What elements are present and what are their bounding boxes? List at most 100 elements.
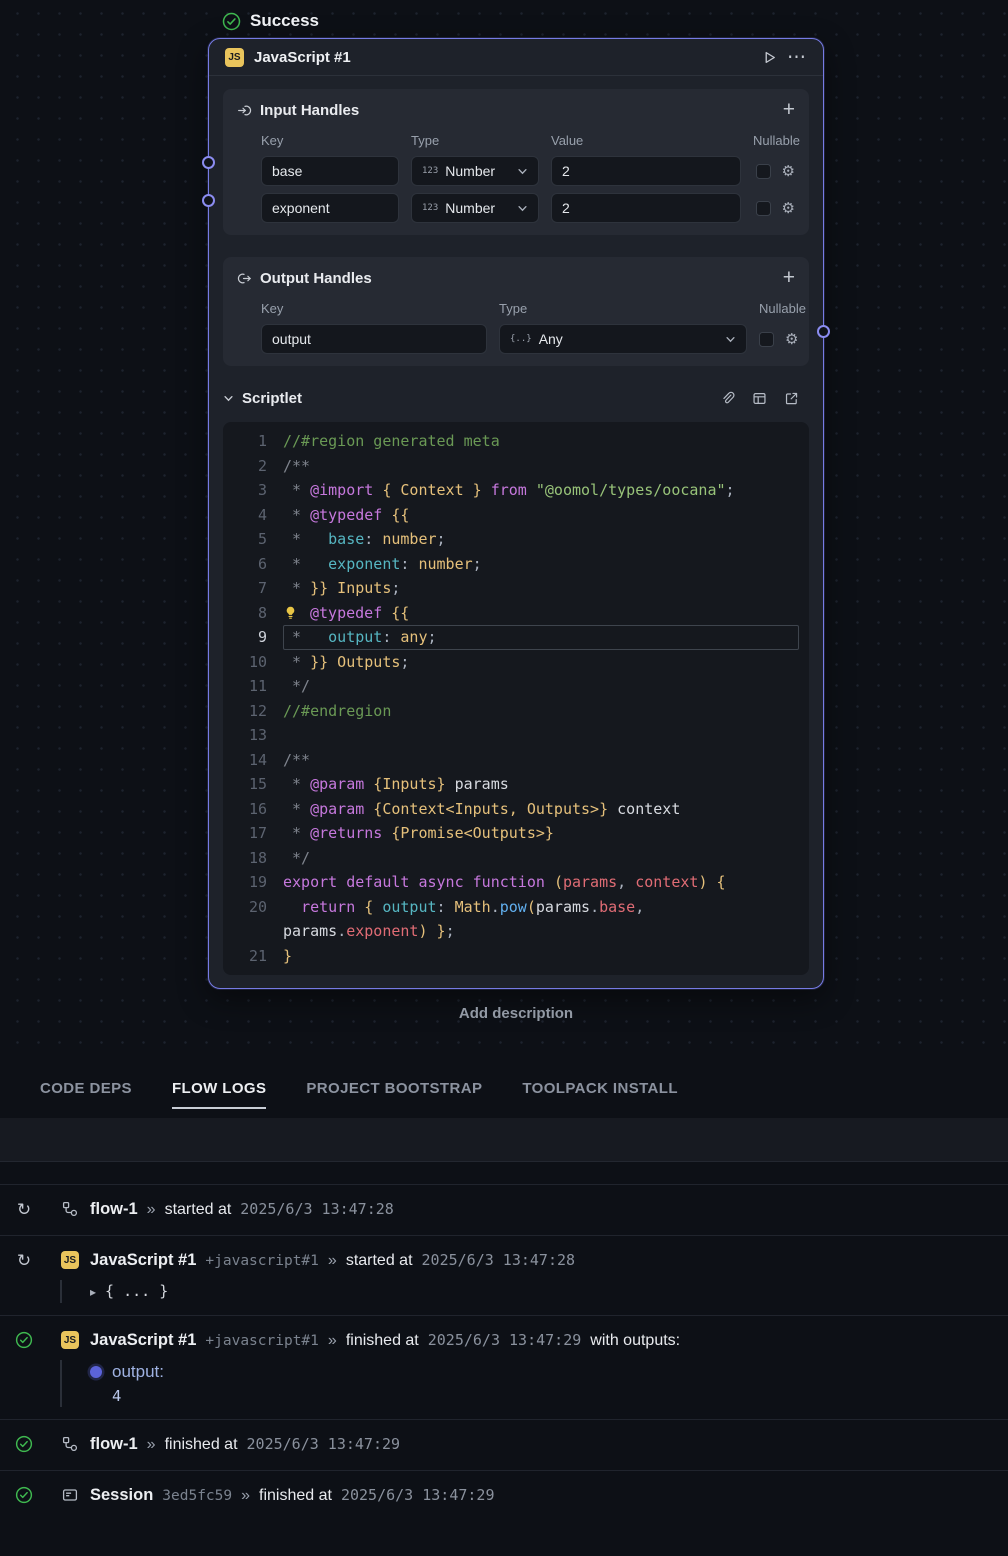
output-bullet-icon bbox=[90, 1366, 102, 1378]
run-node-button[interactable] bbox=[762, 50, 777, 65]
log-suffix: with outputs: bbox=[590, 1332, 680, 1350]
gear-icon[interactable]: ⚙ bbox=[782, 201, 795, 216]
code-line[interactable]: 9 * output: any; bbox=[223, 625, 799, 650]
value-input[interactable]: 2 bbox=[551, 193, 741, 223]
value-input[interactable]: 2 bbox=[551, 156, 741, 186]
code-line[interactable]: 7 * }} Inputs; bbox=[223, 576, 799, 601]
js-icon: JS bbox=[60, 1331, 80, 1349]
log-entry[interactable]: Session3ed5fc59»finished at2025/6/3 13:4… bbox=[14, 1481, 992, 1509]
type-select[interactable]: {..}Any bbox=[499, 324, 747, 354]
code-line[interactable]: 5 * base: number; bbox=[223, 527, 799, 552]
column-key: Key bbox=[261, 301, 487, 316]
chevron-down-icon[interactable] bbox=[223, 393, 234, 404]
log-event: finished at bbox=[165, 1436, 238, 1454]
code-line[interactable]: 12//#endregion bbox=[223, 699, 799, 724]
tab-flow-logs[interactable]: FLOW LOGS bbox=[172, 1080, 266, 1109]
lightbulb-icon[interactable] bbox=[283, 605, 310, 620]
code-line[interactable]: 19export default async function (params,… bbox=[223, 870, 799, 895]
output-port-output[interactable] bbox=[817, 325, 830, 338]
node-menu-button[interactable]: ⋯ bbox=[787, 48, 807, 67]
node-javascript-1[interactable]: JS JavaScript #1 ⋯ Input Handles + Key T… bbox=[208, 38, 824, 989]
log-text: flow-1»finished at2025/6/3 13:47:29 bbox=[90, 1435, 400, 1454]
output-handle-row: output {..}Any ⚙ bbox=[261, 324, 795, 354]
log-entry[interactable]: ↻JSJavaScript #1+javascript#1»started at… bbox=[14, 1246, 992, 1274]
attachment-icon[interactable] bbox=[720, 391, 735, 406]
nullable-cell: ⚙ bbox=[753, 164, 795, 179]
line-number: 15 bbox=[223, 772, 267, 797]
log-subtitle: 3ed5fc59 bbox=[162, 1488, 232, 1504]
log-separator: » bbox=[147, 1436, 156, 1454]
log-entry[interactable]: ↻flow-1»started at2025/6/3 13:47:28 bbox=[14, 1195, 992, 1223]
line-number: 8 bbox=[223, 601, 267, 626]
node-header: JS JavaScript #1 ⋯ bbox=[209, 39, 823, 76]
code-line[interactable]: 13 bbox=[223, 723, 799, 748]
tab-code-deps[interactable]: CODE DEPS bbox=[40, 1080, 132, 1109]
code-line[interactable]: 4 * @typedef {{ bbox=[223, 503, 799, 528]
code-line[interactable]: 15 * @param {Inputs} params bbox=[223, 772, 799, 797]
log-timestamp: 2025/6/3 13:47:28 bbox=[240, 1200, 394, 1218]
code-line[interactable]: params.exponent) }; bbox=[223, 919, 799, 944]
code-text: * exponent: number; bbox=[283, 552, 799, 577]
log-row: ↻flow-1»started at2025/6/3 13:47:28 bbox=[0, 1184, 1008, 1235]
code-line[interactable]: 16 * @param {Context<Inputs, Outputs>} c… bbox=[223, 797, 799, 822]
code-text: /** bbox=[283, 454, 799, 479]
line-number: 19 bbox=[223, 870, 267, 895]
gear-icon[interactable]: ⚙ bbox=[785, 332, 798, 347]
code-text: * output: any; bbox=[283, 625, 799, 650]
code-text: * @typedef {{ bbox=[283, 503, 799, 528]
code-editor[interactable]: 1//#region generated meta2/**3 * @import… bbox=[223, 422, 809, 975]
spinner-icon: ↻ bbox=[14, 1252, 34, 1269]
code-line[interactable]: 20 return { output: Math.pow(params.base… bbox=[223, 895, 799, 920]
line-number: 13 bbox=[223, 723, 267, 748]
type-select[interactable]: 123Number bbox=[411, 193, 539, 223]
key-input[interactable]: output bbox=[261, 324, 487, 354]
add-description-button[interactable]: Add description bbox=[208, 1005, 824, 1022]
line-number: 6 bbox=[223, 552, 267, 577]
log-preview[interactable]: ▸{ ... } bbox=[60, 1280, 992, 1303]
code-line[interactable]: 10 * }} Outputs; bbox=[223, 650, 799, 675]
twisty-icon[interactable]: ▸ bbox=[90, 1285, 96, 1299]
code-line[interactable]: 2/** bbox=[223, 454, 799, 479]
key-input[interactable]: base bbox=[261, 156, 399, 186]
line-number: 4 bbox=[223, 503, 267, 528]
code-line[interactable]: 11 */ bbox=[223, 674, 799, 699]
code-line[interactable]: 8@typedef {{ bbox=[223, 601, 799, 626]
column-nullable: Nullable bbox=[753, 133, 800, 148]
code-line[interactable]: 18 */ bbox=[223, 846, 799, 871]
code-line[interactable]: 3 * @import { Context } from "@oomol/typ… bbox=[223, 478, 799, 503]
editor-panel-icon[interactable] bbox=[752, 391, 767, 406]
nullable-checkbox[interactable] bbox=[756, 164, 771, 179]
code-line[interactable]: 21} bbox=[223, 944, 799, 969]
log-entry[interactable]: flow-1»finished at2025/6/3 13:47:29 bbox=[14, 1430, 992, 1458]
code-line[interactable]: 6 * exponent: number; bbox=[223, 552, 799, 577]
type-label: Number bbox=[445, 163, 510, 179]
add-output-handle-button[interactable]: + bbox=[783, 269, 795, 287]
tab-toolpack-install[interactable]: TOOLPACK INSTALL bbox=[522, 1080, 678, 1109]
code-line[interactable]: 17 * @returns {Promise<Outputs>} bbox=[223, 821, 799, 846]
input-port-base[interactable] bbox=[202, 156, 215, 169]
log-event: finished at bbox=[259, 1487, 332, 1505]
code-line[interactable]: 14/** bbox=[223, 748, 799, 773]
success-icon bbox=[14, 1331, 34, 1349]
add-input-handle-button[interactable]: + bbox=[783, 101, 795, 119]
line-number: 21 bbox=[223, 944, 267, 969]
spinner-icon: ↻ bbox=[17, 1252, 31, 1269]
tab-project-bootstrap[interactable]: PROJECT BOOTSTRAP bbox=[306, 1080, 482, 1109]
nullable-checkbox[interactable] bbox=[759, 332, 774, 347]
input-port-exponent[interactable] bbox=[202, 194, 215, 207]
key-input[interactable]: exponent bbox=[261, 193, 399, 223]
log-entry[interactable]: JSJavaScript #1+javascript#1»finished at… bbox=[14, 1326, 992, 1354]
log-event: finished at bbox=[346, 1332, 419, 1350]
code-line[interactable]: 1//#region generated meta bbox=[223, 429, 799, 454]
spinner-icon: ↻ bbox=[14, 1201, 34, 1218]
gear-icon[interactable]: ⚙ bbox=[782, 164, 795, 179]
log-text: Session3ed5fc59»finished at2025/6/3 13:4… bbox=[90, 1486, 495, 1505]
open-external-icon[interactable] bbox=[784, 391, 799, 406]
nullable-checkbox[interactable] bbox=[756, 201, 771, 216]
log-title: flow-1 bbox=[90, 1435, 138, 1454]
type-select[interactable]: 123 Number bbox=[411, 156, 539, 186]
number-type-icon: 123 bbox=[422, 166, 438, 176]
line-number: 3 bbox=[223, 478, 267, 503]
line-number: 10 bbox=[223, 650, 267, 675]
log-text: JavaScript #1+javascript#1»started at202… bbox=[90, 1251, 575, 1270]
